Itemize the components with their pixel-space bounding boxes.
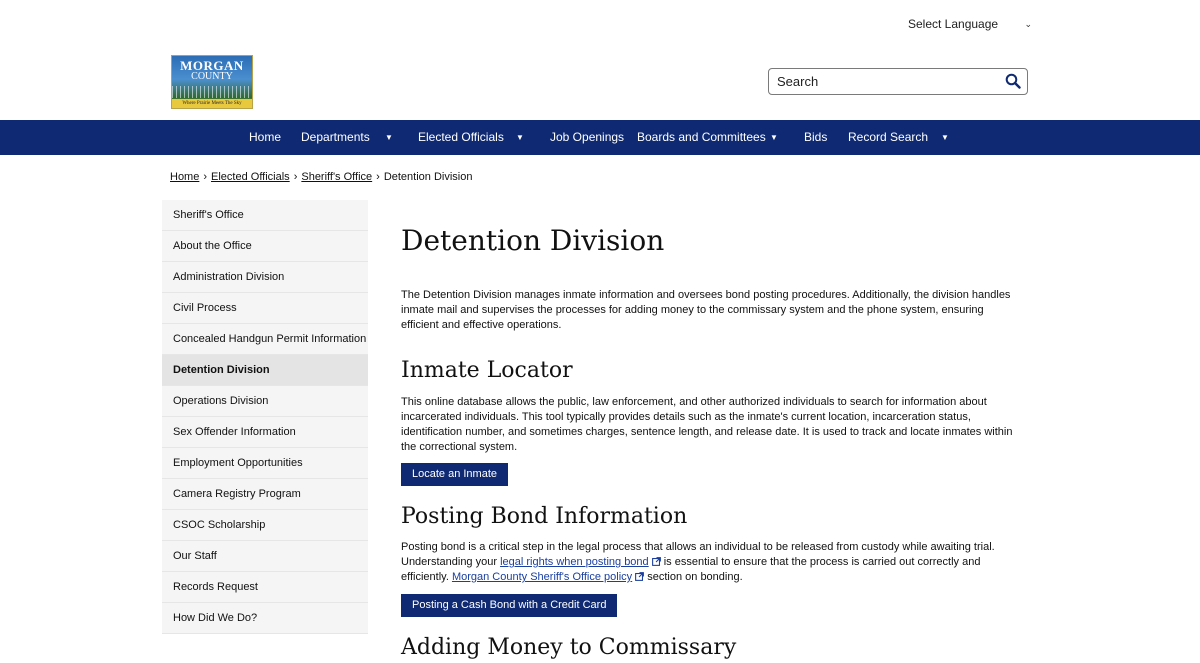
sidebar-item-csoc-scholarship[interactable]: CSOC Scholarship [162,510,368,541]
sidebar-item-records-request[interactable]: Records Request [162,572,368,603]
sheriff-policy-link-label: Morgan County Sheriff's Office policy [451,571,633,583]
breadcrumb-separator: › [293,171,298,183]
nav-item-elected-officials[interactable]: Elected Officials [418,120,504,155]
main-content: Detention Division The Detention Divisio… [401,220,1021,663]
cash-bond-credit-card-button[interactable]: Posting a Cash Bond with a Credit Card [401,594,618,617]
logo-text-line2: COUNTY [191,71,233,82]
sidebar-item-camera-registry-program[interactable]: Camera Registry Program [162,479,368,510]
breadcrumb: Home › Elected Officials › Sheriff's Office ›… [170,171,472,183]
intro-paragraph: The Detention Division manages inmate in… [401,289,1011,331]
chevron-down-icon: ⌄ [1024,18,1032,29]
posting-bond-paragraph: Posting bond is a critical step in the l… [401,540,1021,585]
caret-down-icon[interactable]: ▼ [385,120,393,155]
search-box [768,68,1028,95]
sidebar-item-operations-division[interactable]: Operations Division [162,386,368,417]
commissary-heading: Adding Money to Commissary [401,635,737,660]
caret-down-icon[interactable]: ▼ [941,120,949,155]
county-logo[interactable]: MORGAN COUNTY Where Prairie Meets The Sk… [171,55,253,109]
nav-item-departments[interactable]: Departments [301,120,370,155]
sheriff-policy-link[interactable]: Morgan County Sheriff's Office policy [451,571,645,583]
breadcrumb-link-sheriffs-office[interactable]: Sheriff's Office [301,171,372,183]
sidebar-item-employment-opportunities[interactable]: Employment Opportunities [162,448,368,479]
caret-down-icon[interactable]: ▼ [516,120,524,155]
nav-item-record-search[interactable]: Record Search [848,120,928,155]
search-input[interactable] [769,69,1005,94]
inmate-locator-paragraph: This online database allows the public, … [401,396,1013,453]
nav-item-job-openings[interactable]: Job Openings [550,120,624,155]
caret-down-icon[interactable]: ▼ [770,120,778,155]
breadcrumb-current: Detention Division [383,171,473,183]
breadcrumb-link-elected-officials[interactable]: Elected Officials [211,171,290,183]
sidebar-item-sheriffs-office[interactable]: Sheriff's Office [162,200,368,231]
sidebar-item-administration-division[interactable]: Administration Division [162,262,368,293]
external-link-icon [651,557,661,566]
sidebar-nav: Sheriff's Office About the Office Admini… [162,200,368,634]
breadcrumb-separator: › [203,171,208,183]
posting-bond-text-end: section on bonding. [644,571,743,583]
external-link-icon [635,572,645,581]
inmate-locator-heading: Inmate Locator [401,358,573,383]
sidebar-item-how-did-we-do[interactable]: How Did We Do? [162,603,368,634]
language-select[interactable]: Select Language ⌄ [900,14,1032,34]
search-icon[interactable] [1005,73,1021,89]
posting-bond-heading: Posting Bond Information [401,504,688,529]
locate-inmate-button[interactable]: Locate an Inmate [401,463,509,486]
nav-item-boards-and-committees[interactable]: Boards and Committees [637,120,766,155]
legal-rights-link[interactable]: legal rights when posting bond [500,556,661,568]
legal-rights-link-label: legal rights when posting bond [500,556,649,568]
language-select-label: Select Language [908,17,999,31]
sidebar-item-about-the-office[interactable]: About the Office [162,231,368,262]
sidebar-item-detention-division[interactable]: Detention Division [162,355,368,386]
sidebar-item-our-staff[interactable]: Our Staff [162,541,368,572]
sidebar-item-sex-offender-information[interactable]: Sex Offender Information [162,417,368,448]
logo-grass-graphic [172,86,252,98]
logo-tagline: Where Prairie Meets The Sky [172,99,252,108]
nav-item-home[interactable]: Home [249,120,281,155]
nav-item-bids[interactable]: Bids [804,120,827,155]
sidebar-item-civil-process[interactable]: Civil Process [162,293,368,324]
main-nav: Home Departments ▼ Elected Officials ▼ J… [0,120,1200,155]
breadcrumb-link-home[interactable]: Home [170,171,199,183]
breadcrumb-separator: › [376,171,380,183]
sidebar-item-concealed-handgun-permit[interactable]: Concealed Handgun Permit Information [162,324,368,355]
page-title: Detention Division [401,224,665,257]
